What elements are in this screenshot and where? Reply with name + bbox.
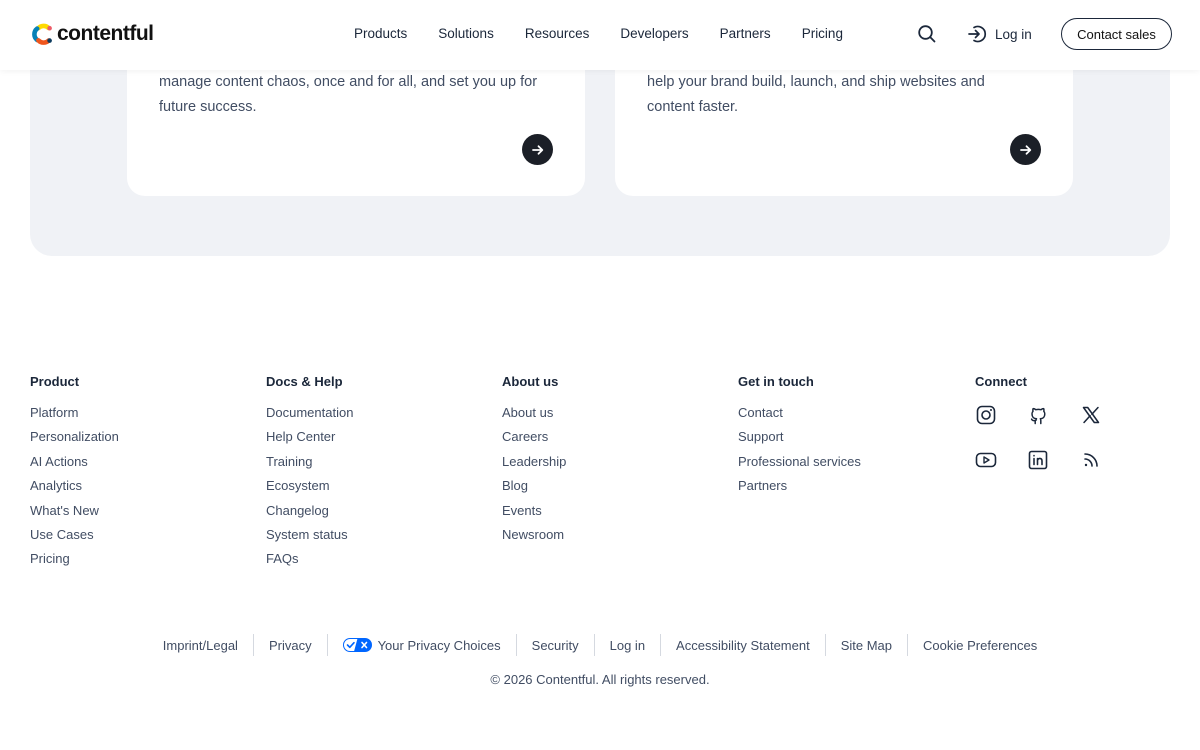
footer-link[interactable]: Blog xyxy=(502,478,566,502)
privacy-choices-label: Your Privacy Choices xyxy=(377,637,501,653)
footer-link[interactable]: Platform xyxy=(30,405,119,429)
footer-link[interactable]: Professional services xyxy=(738,454,861,478)
footer-heading: Product xyxy=(30,374,80,389)
card-text: help your brand build, launch, and ship … xyxy=(647,74,985,115)
footer-column-docs: Docs & Help Documentation Help Center Tr… xyxy=(266,374,353,576)
login-label: Log in xyxy=(995,26,1032,42)
footer-link[interactable]: Pricing xyxy=(30,551,119,575)
footer-heading: Get in touch xyxy=(738,374,814,389)
nav-developers[interactable]: Developers xyxy=(620,26,688,41)
footer-link[interactable]: Help Center xyxy=(266,429,353,453)
footer-link[interactable]: Careers xyxy=(502,429,566,453)
footer-link[interactable]: System status xyxy=(266,527,353,551)
footer-heading: Docs & Help xyxy=(266,374,343,389)
footer-link[interactable]: Personalization xyxy=(30,429,119,453)
legal-link-security[interactable]: Security xyxy=(517,634,595,656)
footer-heading: Connect xyxy=(975,374,1027,389)
footer-link[interactable]: Training xyxy=(266,454,353,478)
footer-link[interactable]: Partners xyxy=(738,478,861,502)
privacy-choices-toggle-icon xyxy=(342,638,372,652)
nav-resources[interactable]: Resources xyxy=(525,26,590,41)
card-text: manage content chaos, once and for all, … xyxy=(159,74,538,115)
legal-link-login[interactable]: Log in xyxy=(595,634,662,656)
login-arrow-icon xyxy=(968,25,987,43)
footer-link[interactable]: Support xyxy=(738,429,861,453)
legal-links-bar: Imprint/Legal Privacy Your Privacy Choic… xyxy=(0,634,1200,656)
footer-column-connect: Connect xyxy=(975,374,1027,405)
legal-link-cookie-preferences[interactable]: Cookie Preferences xyxy=(908,634,1052,656)
nav-pricing[interactable]: Pricing xyxy=(802,26,843,41)
footer-link[interactable]: Contact xyxy=(738,405,861,429)
legal-link-sitemap[interactable]: Site Map xyxy=(826,634,909,656)
rss-icon[interactable] xyxy=(1080,449,1102,471)
footer-column-product: Product Platform Personalization AI Acti… xyxy=(30,374,119,576)
footer-link[interactable]: AI Actions xyxy=(30,454,119,478)
footer-link[interactable]: Changelog xyxy=(266,503,353,527)
github-icon[interactable] xyxy=(1027,404,1049,426)
footer-link[interactable]: Analytics xyxy=(30,478,119,502)
legal-link-privacy[interactable]: Privacy xyxy=(254,634,328,656)
footer-link[interactable]: Ecosystem xyxy=(266,478,353,502)
legal-link-imprint[interactable]: Imprint/Legal xyxy=(148,634,254,656)
nav-solutions[interactable]: Solutions xyxy=(438,26,494,41)
site-header: contentful Products Solutions Resources … xyxy=(0,0,1200,70)
arrow-right-icon[interactable] xyxy=(522,134,553,165)
search-icon[interactable] xyxy=(917,24,937,44)
nav-products[interactable]: Products xyxy=(354,26,407,41)
main-nav: Products Solutions Resources Developers … xyxy=(354,26,843,41)
youtube-icon[interactable] xyxy=(975,449,997,471)
arrow-right-icon[interactable] xyxy=(1010,134,1041,165)
legal-link-accessibility[interactable]: Accessibility Statement xyxy=(661,634,826,656)
footer-column-get-in-touch: Get in touch Contact Support Professiona… xyxy=(738,374,861,503)
copyright-text: © 2026 Contentful. All rights reserved. xyxy=(490,672,710,687)
linkedin-icon[interactable] xyxy=(1027,449,1049,471)
x-icon[interactable] xyxy=(1080,404,1102,426)
instagram-icon[interactable] xyxy=(975,404,997,426)
legal-link-privacy-choices[interactable]: Your Privacy Choices xyxy=(328,634,517,656)
footer-link[interactable]: Leadership xyxy=(502,454,566,478)
footer-link[interactable]: FAQs xyxy=(266,551,353,575)
footer-column-about: About us About us Careers Leadership Blo… xyxy=(502,374,566,551)
contact-sales-button[interactable]: Contact sales xyxy=(1061,18,1172,50)
contentful-logo-mark xyxy=(32,23,52,45)
logo-text: contentful xyxy=(57,22,154,45)
contentful-logo[interactable]: contentful xyxy=(30,21,154,47)
nav-partners[interactable]: Partners xyxy=(720,26,771,41)
login-button[interactable]: Log in xyxy=(967,24,1032,44)
footer-link[interactable]: About us xyxy=(502,405,566,429)
footer-link[interactable]: Newsroom xyxy=(502,527,566,551)
footer-link[interactable]: Documentation xyxy=(266,405,353,429)
footer-link[interactable]: What's New xyxy=(30,503,119,527)
footer-link[interactable]: Use Cases xyxy=(30,527,119,551)
footer-heading: About us xyxy=(502,374,559,389)
footer-link[interactable]: Events xyxy=(502,503,566,527)
